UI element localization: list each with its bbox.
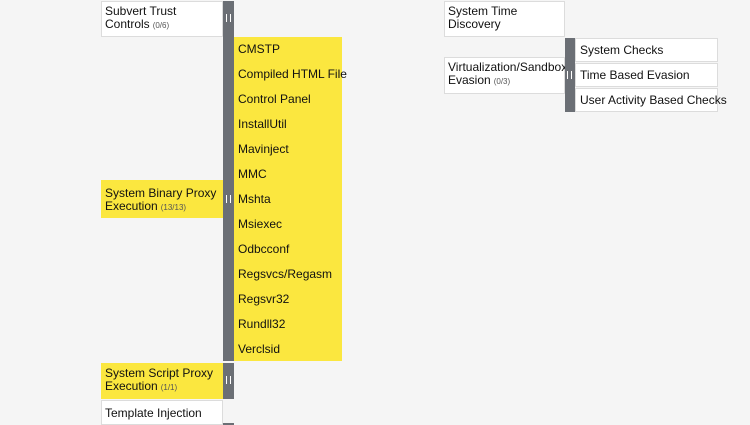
subtechnique-regsvr32[interactable]: Regsvr32 bbox=[234, 287, 342, 312]
subtechnique-cmstp[interactable]: CMSTP bbox=[234, 37, 342, 62]
technique-count: (0/6) bbox=[152, 21, 170, 30]
subtechnique-system-checks[interactable]: System Checks bbox=[575, 38, 718, 62]
subtechnique-verclsid[interactable]: Verclsid bbox=[234, 337, 342, 362]
technique-system-binary-proxy-execution[interactable]: System Binary Proxy Execution (13/13) bbox=[101, 180, 223, 218]
grip-icon bbox=[226, 376, 231, 384]
technique-system-time-discovery[interactable]: System Time Discovery bbox=[444, 1, 565, 37]
subtechnique-installutil[interactable]: InstallUtil bbox=[234, 112, 342, 137]
technique-system-script-proxy-execution[interactable]: System Script Proxy Execution (1/1) bbox=[101, 363, 223, 399]
technique-virtualization-sandbox-evasion[interactable]: Virtualization/Sandbox Evasion (0/3) bbox=[444, 57, 567, 94]
collapse-subtechniques-handle[interactable] bbox=[223, 37, 234, 361]
grip-icon bbox=[226, 14, 231, 22]
grip-icon bbox=[226, 195, 231, 203]
subtechnique-odbcconf[interactable]: Odbcconf bbox=[234, 237, 342, 262]
subtechnique-time-based-evasion[interactable]: Time Based Evasion bbox=[575, 63, 718, 87]
grip-icon bbox=[567, 71, 572, 79]
subtechnique-rundll32[interactable]: Rundll32 bbox=[234, 312, 342, 337]
technique-count: (1/1) bbox=[160, 383, 178, 392]
expand-subtechniques-handle[interactable] bbox=[223, 1, 234, 37]
technique-label: System Script Proxy Execution bbox=[105, 366, 214, 393]
subtechnique-msiexec[interactable]: Msiexec bbox=[234, 212, 342, 237]
subtechnique-mmc[interactable]: MMC bbox=[234, 162, 342, 187]
technique-count: (0/3) bbox=[493, 77, 511, 86]
technique-label: Template Injection bbox=[105, 406, 202, 420]
subtechnique-regsvcs-regasm[interactable]: Regsvcs/Regasm bbox=[234, 262, 342, 287]
expand-subtechniques-handle[interactable] bbox=[223, 363, 234, 399]
subtechnique-compiled-html-file[interactable]: Compiled HTML File bbox=[234, 62, 347, 87]
subtechnique-mavinject[interactable]: Mavinject bbox=[234, 137, 342, 162]
technique-template-injection[interactable]: Template Injection bbox=[101, 400, 223, 425]
subtechnique-control-panel[interactable]: Control Panel bbox=[234, 87, 342, 112]
technique-label: System Time Discovery bbox=[448, 4, 518, 31]
subtechnique-list-proxy: CMSTP Compiled HTML File Control Panel I… bbox=[234, 37, 347, 362]
subtechnique-mshta[interactable]: Mshta bbox=[234, 187, 342, 212]
subtechnique-user-activity-based-checks[interactable]: User Activity Based Checks bbox=[575, 88, 727, 112]
collapse-subtechniques-handle[interactable] bbox=[565, 38, 575, 112]
technique-subvert-trust-controls[interactable]: Subvert Trust Controls (0/6) bbox=[101, 1, 223, 37]
technique-count: (13/13) bbox=[160, 203, 187, 212]
